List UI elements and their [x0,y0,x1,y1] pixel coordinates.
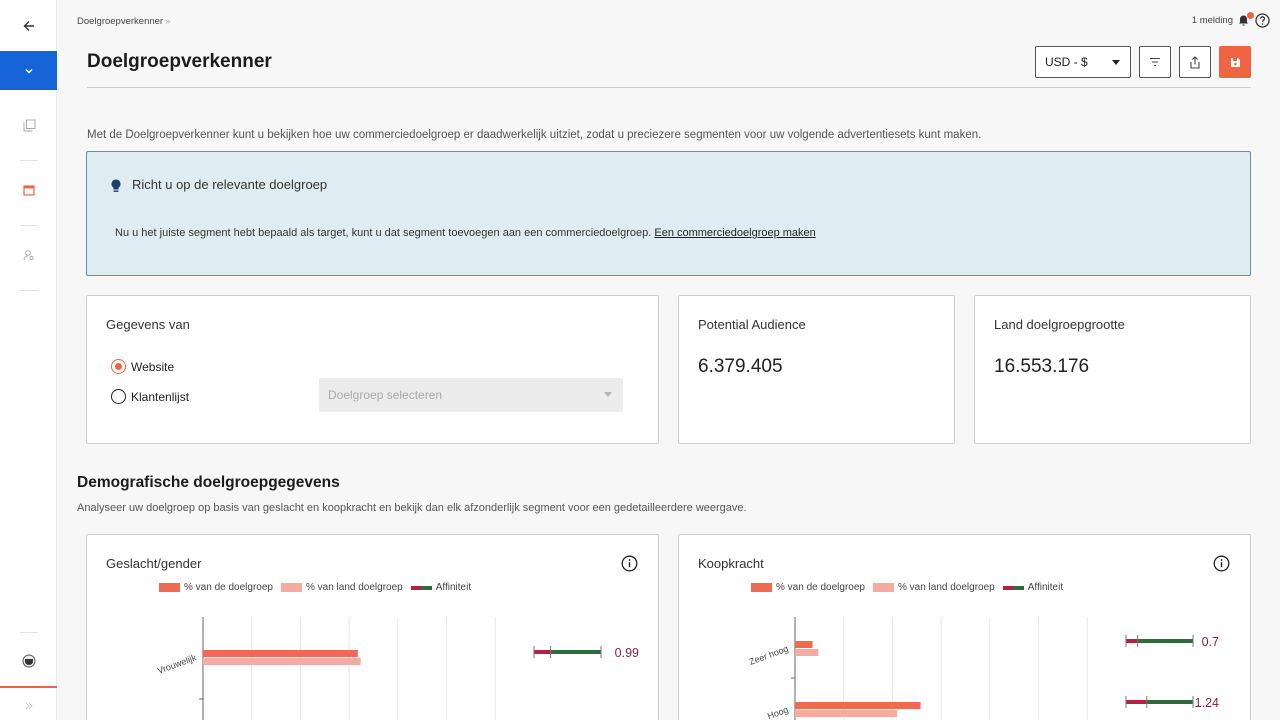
category-label: Vrouwelijk [156,652,198,675]
caret-down-icon [1112,60,1120,65]
help-icon[interactable] [1255,13,1270,28]
purchasing-power-chart: Zeer hoog 0.7 Hoog 1.24 [748,617,1219,720]
category-label: Hoog [766,704,790,720]
potential-audience-card: Potential Audience 6.379.405 [678,295,955,444]
floppy-icon [1230,57,1240,67]
save-button[interactable] [1219,46,1251,78]
info-box-title: Richt u op de relevante doelgroep [132,177,328,192]
share-button[interactable] [1179,46,1211,78]
sidebar [0,0,57,720]
sidebar-item-calendar[interactable] [18,179,40,201]
breadcrumb: Doelgroepverkenner» [77,16,170,27]
bar-country [795,649,819,656]
affinity-bar-low [1126,639,1138,643]
country-audience-value: 16.553.176 [994,356,1090,377]
affinity-bar-low [1126,700,1147,704]
data-source-card: Gegevens van Website Klantenlijst Doelgr… [86,295,659,444]
currency-value: USD - $ [1045,55,1088,69]
back-arrow-icon[interactable] [18,15,40,37]
demographics-title: Demografische doelgroepgegevens [77,474,340,491]
radio-customer-list[interactable]: Klantenlijst [111,389,189,404]
sidebar-bottom-accent [0,686,57,688]
user-search-icon [23,250,34,261]
sidebar-item-audience[interactable] [18,244,40,266]
radio-website-label: Website [131,359,175,374]
sidebar-divider [20,225,38,226]
sidebar-divider [20,632,38,633]
notification-dot [1247,11,1254,19]
purchasing-power-chart-card: Koopkracht % van de doelgroep % van land… [678,534,1251,720]
chevron-down-icon [24,68,33,74]
demographics-subtitle: Analyseer uw doelgroep op basis van gesl… [77,502,747,514]
affinity-value: 0.7 [1202,635,1219,649]
bar-country [203,658,361,665]
potential-audience-title: Potential Audience [698,317,806,332]
info-box-body: Nu u het juiste segment hebt bepaald als… [115,227,652,239]
breadcrumb-separator: » [165,16,171,27]
filter-icon [1150,57,1160,67]
notifications-label: 1 melding [1191,15,1233,26]
caret-down-icon [604,392,612,397]
potential-audience-value: 6.379.405 [698,356,783,377]
copy-icon [23,119,35,131]
calendar-icon [23,185,35,196]
country-audience-title: Land doelgroepgrootte [994,317,1125,332]
radio-circle-selected[interactable] [111,359,126,374]
sidebar-divider [20,160,38,161]
filter-button[interactable] [1139,46,1171,78]
currency-select[interactable]: USD - $ [1035,46,1131,78]
audience-select-placeholder: Doelgroep selecteren [328,388,443,402]
notifications[interactable]: 1 melding [1191,11,1270,28]
radio-customer-list-label: Klantenlijst [131,389,190,404]
gender-chart: Vrouwelijk 0.99 [156,617,639,720]
breadcrumb-item[interactable]: Doelgroepverkenner [77,16,163,27]
affinity-bar-low [534,650,551,654]
affinity-value: 1.24 [1195,696,1219,710]
sidebar-divider [20,290,38,291]
header-divider [87,87,1251,88]
avatar-icon [22,654,36,668]
intro-text: Met de Doelgroepverkenner kunt u bekijke… [87,129,982,141]
data-source-title: Gegevens van [106,317,190,332]
bar-country [795,710,898,717]
user-avatar[interactable] [18,650,40,672]
info-box: Richt u op de relevante doelgroep Nu u h… [86,151,1251,276]
info-box-text: Nu u het juiste segment hebt bepaald als… [115,227,816,239]
page-title: Doelgroepverkenner [87,51,272,72]
lightbulb-icon [111,179,121,192]
expand-sidebar-icon[interactable] [18,695,40,717]
country-audience-card: Land doelgroepgrootte 16.553.176 [974,295,1251,444]
radio-circle[interactable] [111,389,126,404]
bar-audience [795,702,921,709]
share-icon [1190,55,1200,69]
bar-audience [795,641,813,648]
sidebar-item-copy[interactable] [18,114,40,136]
create-audience-link[interactable]: Een commerciedoelgroep maken [654,227,815,239]
audience-select[interactable]: Doelgroep selecteren [319,378,623,412]
bar-audience [203,650,358,657]
category-label: Zeer hoog [748,643,790,666]
radio-website[interactable]: Website [111,359,174,374]
sidebar-dropdown-active[interactable] [0,51,57,90]
bell-icon[interactable] [1237,11,1254,28]
gender-chart-card: Geslacht/gender % van de doelgroep % van… [86,534,659,720]
affinity-value: 0.99 [615,646,639,660]
